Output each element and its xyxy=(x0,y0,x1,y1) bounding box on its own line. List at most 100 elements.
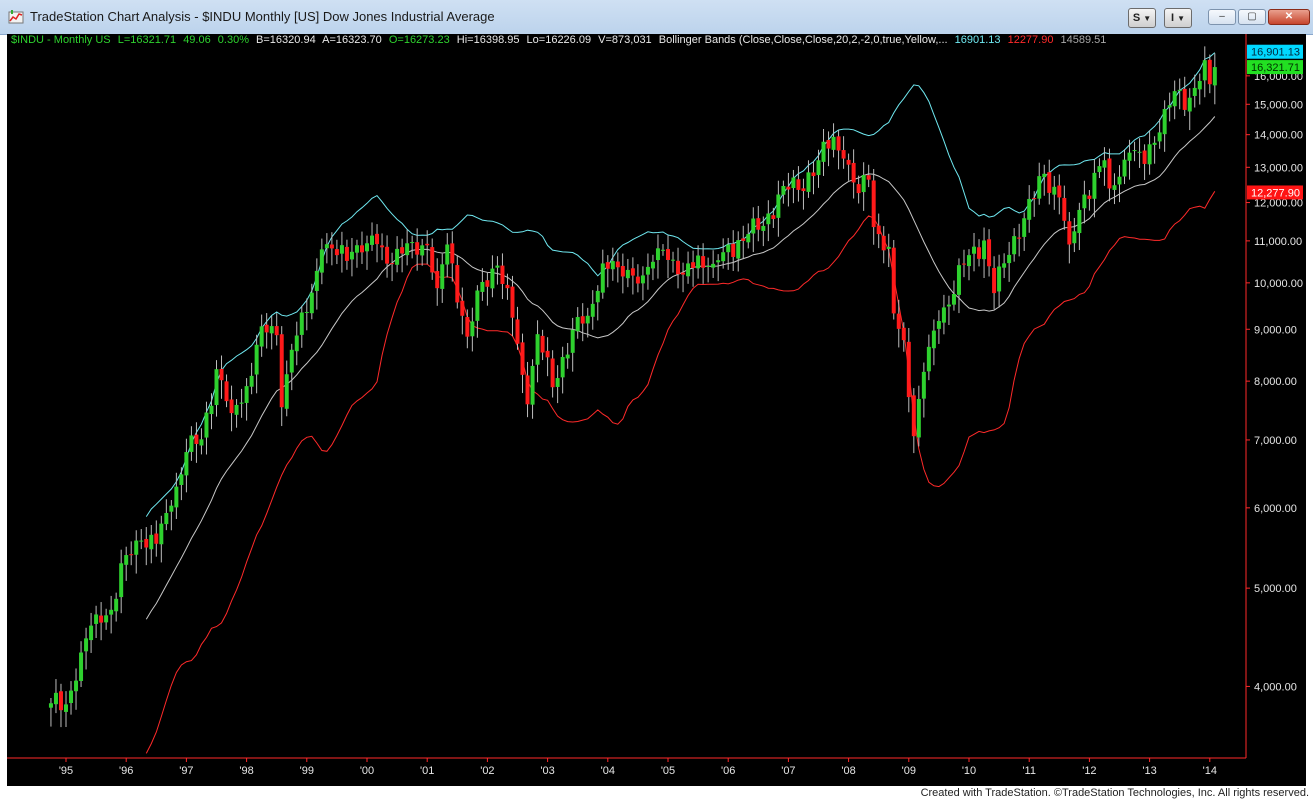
x-tick-label: '03 xyxy=(540,765,554,777)
window-title: TradeStation Chart Analysis - $INDU Mont… xyxy=(30,9,495,24)
candle-body xyxy=(530,365,535,405)
candle-body xyxy=(1212,67,1217,86)
close-button[interactable]: ✕ xyxy=(1268,9,1310,25)
candle-body xyxy=(746,234,751,243)
candle-body xyxy=(756,218,761,230)
candle-body xyxy=(716,260,721,263)
candle-body xyxy=(766,213,771,225)
candle-body xyxy=(972,246,977,254)
candle-body xyxy=(294,335,299,352)
candle-body xyxy=(485,280,490,287)
candle-body xyxy=(289,349,294,373)
candle-body xyxy=(415,242,420,255)
candle-body xyxy=(480,281,485,292)
candle-body xyxy=(681,272,686,275)
candle-body xyxy=(48,703,53,708)
candle-body xyxy=(1142,150,1147,164)
candle-body xyxy=(1042,173,1047,178)
candle-body xyxy=(961,263,966,265)
x-tick-label: '02 xyxy=(480,765,494,777)
minimize-button[interactable]: – xyxy=(1208,9,1236,25)
candle-body xyxy=(124,555,129,565)
candle-body xyxy=(189,435,194,452)
candle-body xyxy=(380,245,385,248)
candle-body xyxy=(1177,89,1182,92)
candle-body xyxy=(1127,152,1132,161)
candle-body xyxy=(585,315,590,324)
x-tick-label: '08 xyxy=(841,765,855,777)
candle-body xyxy=(896,313,901,329)
candle-body xyxy=(199,439,204,446)
price-chart[interactable]: 4,000.00 5,000.00 6,000.00 7,000.00 8,000.00… xyxy=(7,34,1306,786)
candle-body xyxy=(505,284,510,289)
candle-body xyxy=(921,371,926,399)
candle-body xyxy=(931,330,936,349)
candle-body xyxy=(445,244,450,265)
candle-body xyxy=(1167,105,1172,108)
candle-body xyxy=(801,188,806,192)
candle-body xyxy=(495,265,500,268)
i-menu-button[interactable]: I ▼ xyxy=(1164,8,1192,28)
candle-body xyxy=(339,245,344,254)
y-tick-label: 5,000.00 xyxy=(1254,583,1297,595)
candle-body xyxy=(1027,198,1032,220)
candle-body xyxy=(600,263,605,293)
candle-body xyxy=(555,378,560,387)
candle-body xyxy=(691,262,696,268)
candle-body xyxy=(977,247,982,259)
s-menu-button[interactable]: S ▼ xyxy=(1128,8,1156,28)
x-tick-label: '07 xyxy=(781,765,795,777)
maximize-button[interactable]: ▢ xyxy=(1238,9,1266,25)
candle-body xyxy=(731,243,736,257)
candle-body xyxy=(204,412,209,438)
x-tick-label: '01 xyxy=(420,765,434,777)
candle-body xyxy=(1107,158,1112,189)
candle-body xyxy=(490,268,495,289)
candle-body xyxy=(625,269,630,279)
candle-body xyxy=(836,136,841,151)
candle-body xyxy=(751,218,756,234)
candle-body xyxy=(1147,144,1152,165)
candle-body xyxy=(992,267,997,294)
candle-body xyxy=(89,625,94,641)
candle-body xyxy=(660,249,665,251)
x-tick-label: '13 xyxy=(1142,765,1156,777)
candle-body xyxy=(575,317,580,332)
y-tick-label: 10,000.00 xyxy=(1254,278,1303,290)
candle-body xyxy=(64,704,68,712)
candle-body xyxy=(866,175,871,180)
candle-body xyxy=(1032,198,1037,200)
candle-body xyxy=(425,243,430,246)
candle-body xyxy=(841,150,846,159)
candle-body xyxy=(1157,132,1162,142)
candle-body xyxy=(385,246,390,264)
candle-body xyxy=(390,263,395,265)
candle-body xyxy=(941,307,946,323)
candle-body xyxy=(1022,218,1027,237)
candle-body xyxy=(946,304,951,307)
candle-body xyxy=(525,375,530,405)
candle-body xyxy=(635,276,640,284)
candle-body xyxy=(400,247,405,254)
candle-body xyxy=(109,609,114,615)
candle-body xyxy=(395,248,400,265)
candle-body xyxy=(149,534,154,550)
candle-body xyxy=(590,303,595,317)
candle-body xyxy=(99,615,104,623)
candle-body xyxy=(831,136,836,150)
candle-body xyxy=(309,292,314,314)
candle-body xyxy=(816,160,821,176)
candle-body xyxy=(279,334,284,408)
candle-body xyxy=(811,172,816,177)
chart-area[interactable]: $INDU - Monthly US L=16321.71 49.06 0.30… xyxy=(7,34,1306,786)
candle-body xyxy=(1187,97,1192,112)
candle-body xyxy=(1117,176,1122,185)
x-tick-label: '10 xyxy=(962,765,976,777)
y-tick-label: 15,000.00 xyxy=(1254,99,1303,111)
candle-body xyxy=(460,300,465,316)
candle-body xyxy=(475,290,480,321)
candle-body xyxy=(701,256,706,268)
candle-body xyxy=(781,185,786,195)
candle-body xyxy=(324,244,329,249)
candle-body xyxy=(721,252,726,262)
